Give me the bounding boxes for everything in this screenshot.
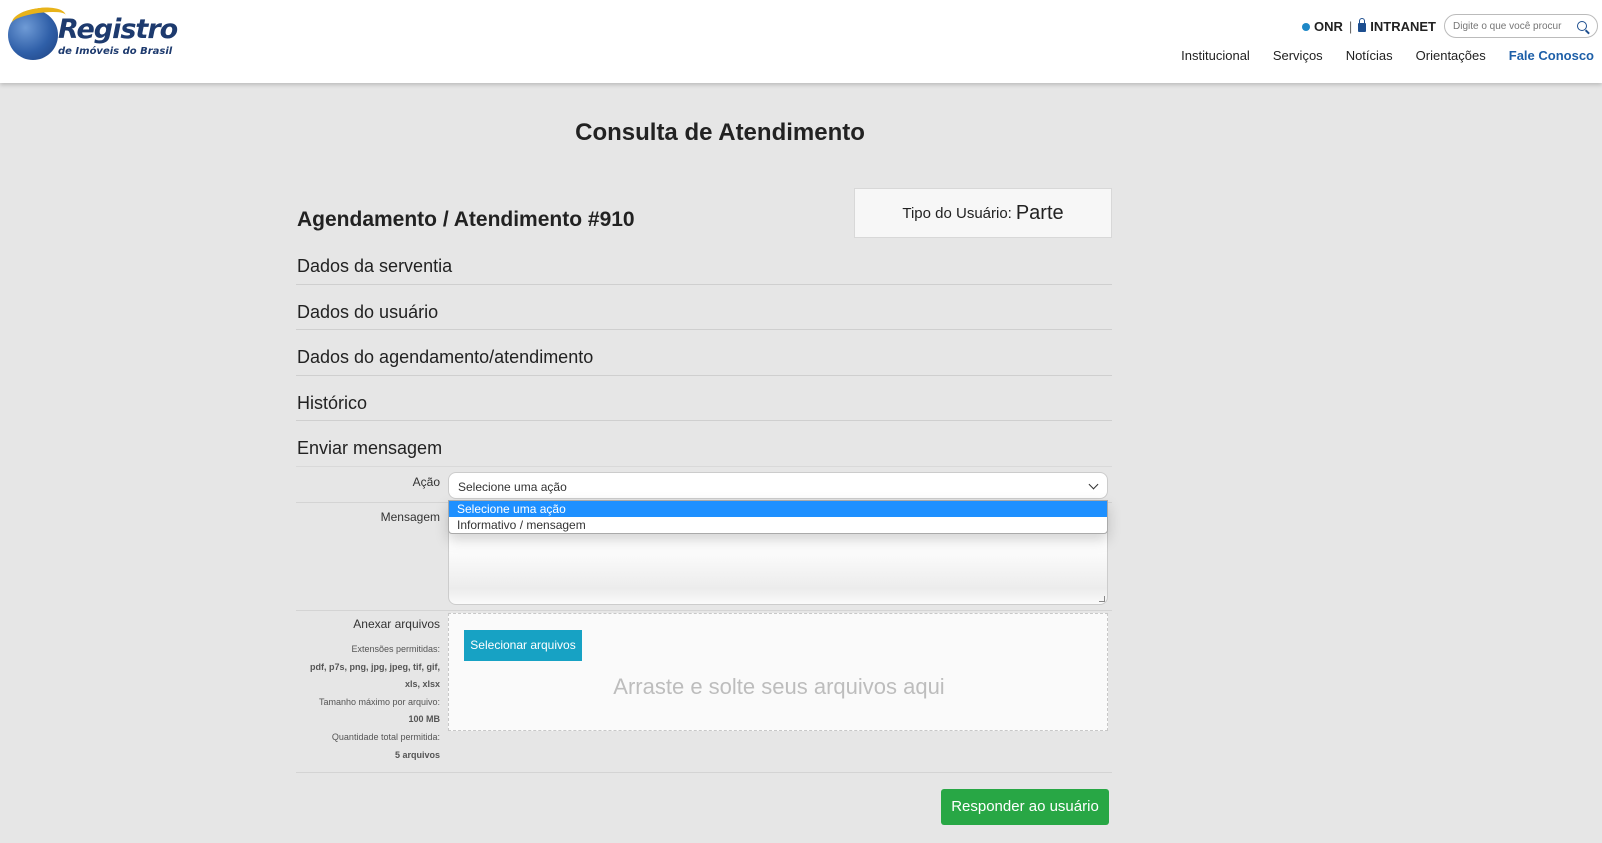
user-type-value: Parte: [1015, 201, 1064, 224]
logo-title: Registro: [58, 14, 178, 45]
dot-icon: [1302, 22, 1310, 31]
search-box: [1444, 14, 1598, 38]
separator: |: [1348, 18, 1353, 34]
section-dados-usuario[interactable]: Dados do usuário: [296, 302, 1112, 330]
nav-noticias[interactable]: Notícias: [1346, 48, 1393, 63]
divider: [296, 772, 1112, 773]
section-dados-agendamento[interactable]: Dados do agendamento/atendimento: [296, 347, 1112, 376]
lock-icon: [1358, 17, 1367, 32]
top-utility-bar: ONR | INTRANET: [1302, 13, 1598, 39]
extensions-line-2: xls, xlsx: [404, 679, 440, 690]
action-option-select[interactable]: Selecione uma ação: [449, 501, 1107, 517]
user-type-label: Tipo do Usuário:: [902, 204, 1012, 222]
logo-subtitle: de Imóveis do Brasil: [58, 46, 173, 57]
search-icon[interactable]: [1577, 21, 1587, 31]
total-label: Quantidade total permitida:: [331, 731, 440, 742]
onr-link[interactable]: ONR: [1302, 19, 1343, 34]
attach-label: Anexar arquivos: [353, 617, 440, 631]
attendance-title: Agendamento / Atendimento #910: [297, 208, 635, 231]
max-size-label: Tamanho máximo por arquivo:: [318, 696, 440, 707]
action-dropdown-list: Selecione uma ação Informativo / mensage…: [448, 500, 1108, 534]
section-historico[interactable]: Histórico: [296, 393, 1112, 421]
site-header: Registro de Imóveis do Brasil ONR | INTR…: [0, 0, 1602, 83]
message-label: Mensagem: [380, 510, 440, 524]
resize-grip-icon[interactable]: [1099, 596, 1105, 602]
action-selected-value: Selecione uma ação: [458, 480, 567, 494]
respond-button[interactable]: Responder ao usuário: [941, 789, 1109, 825]
extensions-label: Extensões permitidas:: [351, 644, 440, 654]
page-title: Consulta de Atendimento: [575, 119, 865, 146]
section-enviar-mensagem[interactable]: Enviar mensagem: [296, 438, 1112, 467]
search-input[interactable]: [1453, 20, 1573, 32]
file-dropzone[interactable]: Selecionar arquivos Arraste e solte seus…: [448, 613, 1108, 731]
action-select[interactable]: Selecione uma ação: [448, 472, 1108, 499]
select-files-button[interactable]: Selecionar arquivos: [464, 630, 582, 661]
section-dados-serventia[interactable]: Dados da serventia: [296, 256, 1112, 285]
action-option-informativo[interactable]: Informativo / mensagem: [449, 517, 1107, 533]
main-nav: Institucional Serviços Notícias Orientaç…: [1181, 48, 1594, 63]
total-value: 5 arquivos: [394, 749, 440, 760]
nav-institucional[interactable]: Institucional: [1181, 48, 1250, 63]
nav-servicos[interactable]: Serviços: [1273, 48, 1323, 63]
nav-orientacoes[interactable]: Orientações: [1416, 48, 1486, 63]
max-size-value: 100 MB: [408, 714, 440, 725]
action-label: Ação: [412, 475, 440, 489]
divider: [296, 610, 1112, 611]
chevron-down-icon: [1088, 479, 1099, 490]
site-logo[interactable]: Registro de Imóveis do Brasil: [8, 4, 178, 62]
attach-info: Extensões permitidas: pdf, p7s, png, jpg…: [310, 641, 440, 764]
nav-fale-conosco[interactable]: Fale Conosco: [1509, 48, 1594, 63]
intranet-link[interactable]: INTRANET: [1358, 17, 1436, 34]
extensions-line-1: pdf, p7s, png, jpg, jpeg, tif, gif,: [310, 661, 440, 672]
drop-hint: Arraste e solte seus arquivos aqui: [613, 674, 945, 699]
user-type-box: Tipo do Usuário: Parte: [854, 188, 1112, 238]
